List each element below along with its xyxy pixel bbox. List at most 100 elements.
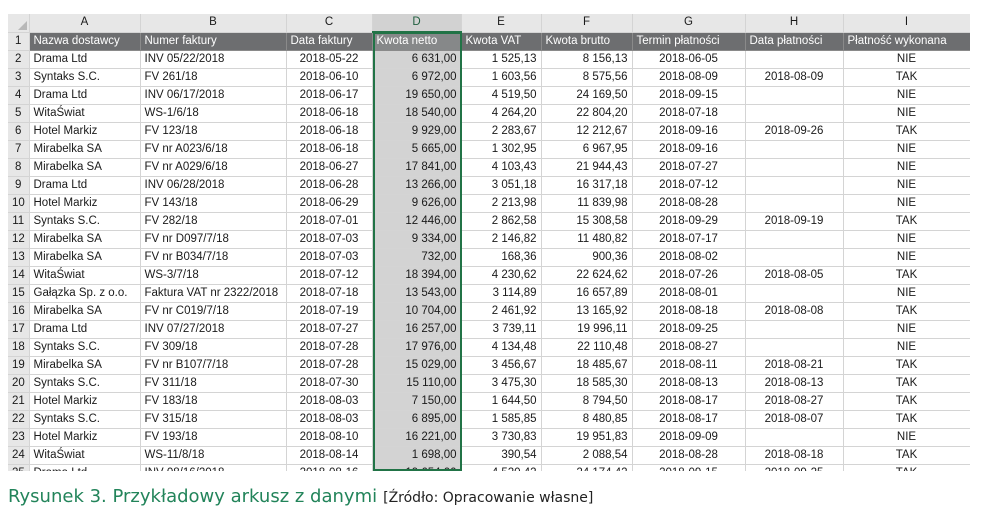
cell-gross-amount[interactable]: 19 951,83 [541,428,633,447]
cell-payment-done[interactable]: NIE [843,428,970,447]
row-header[interactable]: 15 [8,284,30,303]
cell-payment-date[interactable] [745,428,844,447]
cell-net-amount[interactable]: 19 650,00 [372,86,462,105]
cell-vat-amount[interactable]: 2 213,98 [461,194,542,213]
cell-gross-amount[interactable]: 13 165,92 [541,302,633,321]
cell-payment-date[interactable]: 2018-08-08 [745,302,844,321]
cell-invoice-date[interactable]: 2018-07-12 [286,266,373,285]
cell-vat-amount[interactable]: 2 461,92 [461,302,542,321]
cell-supplier[interactable]: WitaŚwiat [29,446,141,465]
cell-gross-amount[interactable]: 18 585,30 [541,374,633,393]
cell-invoice-date[interactable]: 2018-08-03 [286,392,373,411]
cell-invoice-date[interactable]: 2018-06-18 [286,104,373,123]
cell-payment-date[interactable] [745,230,844,249]
row-header[interactable]: 4 [8,86,30,105]
cell-net-amount[interactable]: 9 334,00 [372,230,462,249]
cell-invoice-date[interactable]: 2018-07-19 [286,302,373,321]
cell-payment-date[interactable]: 2018-08-18 [745,446,844,465]
row-header[interactable]: 10 [8,194,30,213]
column-header-c[interactable]: C [286,14,373,33]
cell-due-date[interactable]: 2018-08-13 [632,374,746,393]
cell-net-amount[interactable]: 13 543,00 [372,284,462,303]
row-header[interactable]: 20 [8,374,30,393]
cell-gross-amount[interactable]: 21 944,43 [541,158,633,177]
column-header-b[interactable]: B [140,14,287,33]
cell-payment-date[interactable]: 2018-08-09 [745,68,844,87]
cell-invoice-number[interactable]: FV 282/18 [140,212,287,231]
cell-vat-amount[interactable]: 168,36 [461,248,542,267]
cell-payment-done[interactable]: TAK [843,374,970,393]
cell-payment-done[interactable]: TAK [843,410,970,429]
cell-invoice-number[interactable]: FV nr A029/6/18 [140,158,287,177]
cell-invoice-date[interactable]: 2018-08-10 [286,428,373,447]
cell-net-amount[interactable]: 12 446,00 [372,212,462,231]
cell-invoice-date[interactable]: 2018-06-18 [286,140,373,159]
cell-invoice-date[interactable]: 2018-06-17 [286,86,373,105]
cell-payment-date[interactable] [745,158,844,177]
cell-supplier[interactable]: Mirabelka SA [29,302,141,321]
cell-payment-done[interactable]: NIE [843,176,970,195]
column-header-h[interactable]: H [745,14,844,33]
cell-payment-done[interactable]: TAK [843,392,970,411]
cell-payment-done[interactable]: TAK [843,446,970,465]
cell-vat-amount[interactable]: 2 146,82 [461,230,542,249]
cell-invoice-date[interactable]: 2018-06-18 [286,122,373,141]
cell-vat-amount[interactable]: 1 525,13 [461,50,542,69]
cell-vat-amount[interactable]: 4 230,62 [461,266,542,285]
cell-gross-amount[interactable]: 18 485,67 [541,356,633,375]
cell-invoice-date[interactable]: 2018-06-10 [286,68,373,87]
cell-payment-date[interactable] [745,284,844,303]
cell-invoice-date[interactable]: 2018-08-14 [286,446,373,465]
row-header[interactable]: 19 [8,356,30,375]
cell-payment-done[interactable]: TAK [843,464,970,471]
cell-payment-date[interactable] [745,50,844,69]
cell-vat-amount[interactable]: 3 739,11 [461,320,542,339]
cell-invoice-number[interactable]: FV 261/18 [140,68,287,87]
cell-gross-amount[interactable]: 8 156,13 [541,50,633,69]
cell-net-amount[interactable]: 1 698,00 [372,446,462,465]
cell-payment-date[interactable]: 2018-08-07 [745,410,844,429]
cell-due-date[interactable]: 2018-09-16 [632,122,746,141]
cell-payment-done[interactable]: NIE [843,284,970,303]
cell-supplier[interactable]: Drama Ltd [29,320,141,339]
cell-payment-done[interactable]: NIE [843,248,970,267]
cell-due-date[interactable]: 2018-08-02 [632,248,746,267]
cell-gross-amount[interactable]: 15 308,58 [541,212,633,231]
cell-invoice-number[interactable]: FV nr B107/7/18 [140,356,287,375]
cell-gross-amount[interactable]: 8 480,85 [541,410,633,429]
cell-gross-amount[interactable]: 24 169,50 [541,86,633,105]
cell-invoice-date[interactable]: 2018-08-16 [286,464,373,471]
cell-net-amount[interactable]: 18 540,00 [372,104,462,123]
row-header[interactable]: 9 [8,176,30,195]
cell-due-date[interactable]: 2018-09-29 [632,212,746,231]
cell-payment-done[interactable]: NIE [843,320,970,339]
cell-due-date[interactable]: 2018-08-09 [632,68,746,87]
cell-invoice-number[interactable]: Faktura VAT nr 2322/2018 [140,284,287,303]
cell-net-amount[interactable]: 9 626,00 [372,194,462,213]
cell-supplier[interactable]: Drama Ltd [29,464,141,471]
cell-supplier[interactable]: Mirabelka SA [29,140,141,159]
cell-net-amount[interactable]: 10 704,00 [372,302,462,321]
cell-gross-amount[interactable]: 6 967,95 [541,140,633,159]
cell-vat-amount[interactable]: 4 103,43 [461,158,542,177]
header-cell-invoice-number[interactable]: Numer faktury [140,32,287,51]
cell-due-date[interactable]: 2018-07-27 [632,158,746,177]
cell-payment-done[interactable]: NIE [843,104,970,123]
cell-supplier[interactable]: Mirabelka SA [29,158,141,177]
cell-supplier[interactable]: Drama Ltd [29,50,141,69]
cell-vat-amount[interactable]: 390,54 [461,446,542,465]
row-header[interactable]: 22 [8,410,30,429]
cell-gross-amount[interactable]: 16 317,18 [541,176,633,195]
cell-payment-done[interactable]: NIE [843,158,970,177]
cell-supplier[interactable]: Mirabelka SA [29,230,141,249]
row-header[interactable]: 7 [8,140,30,159]
row-header[interactable]: 13 [8,248,30,267]
cell-payment-date[interactable] [745,320,844,339]
cell-supplier[interactable]: Syntaks S.C. [29,68,141,87]
cell-invoice-number[interactable]: FV nr D097/7/18 [140,230,287,249]
cell-invoice-number[interactable]: FV 183/18 [140,392,287,411]
cell-net-amount[interactable]: 15 110,00 [372,374,462,393]
row-header[interactable]: 24 [8,446,30,465]
cell-net-amount[interactable]: 16 221,00 [372,428,462,447]
header-cell-gross-amount[interactable]: Kwota brutto [541,32,633,51]
